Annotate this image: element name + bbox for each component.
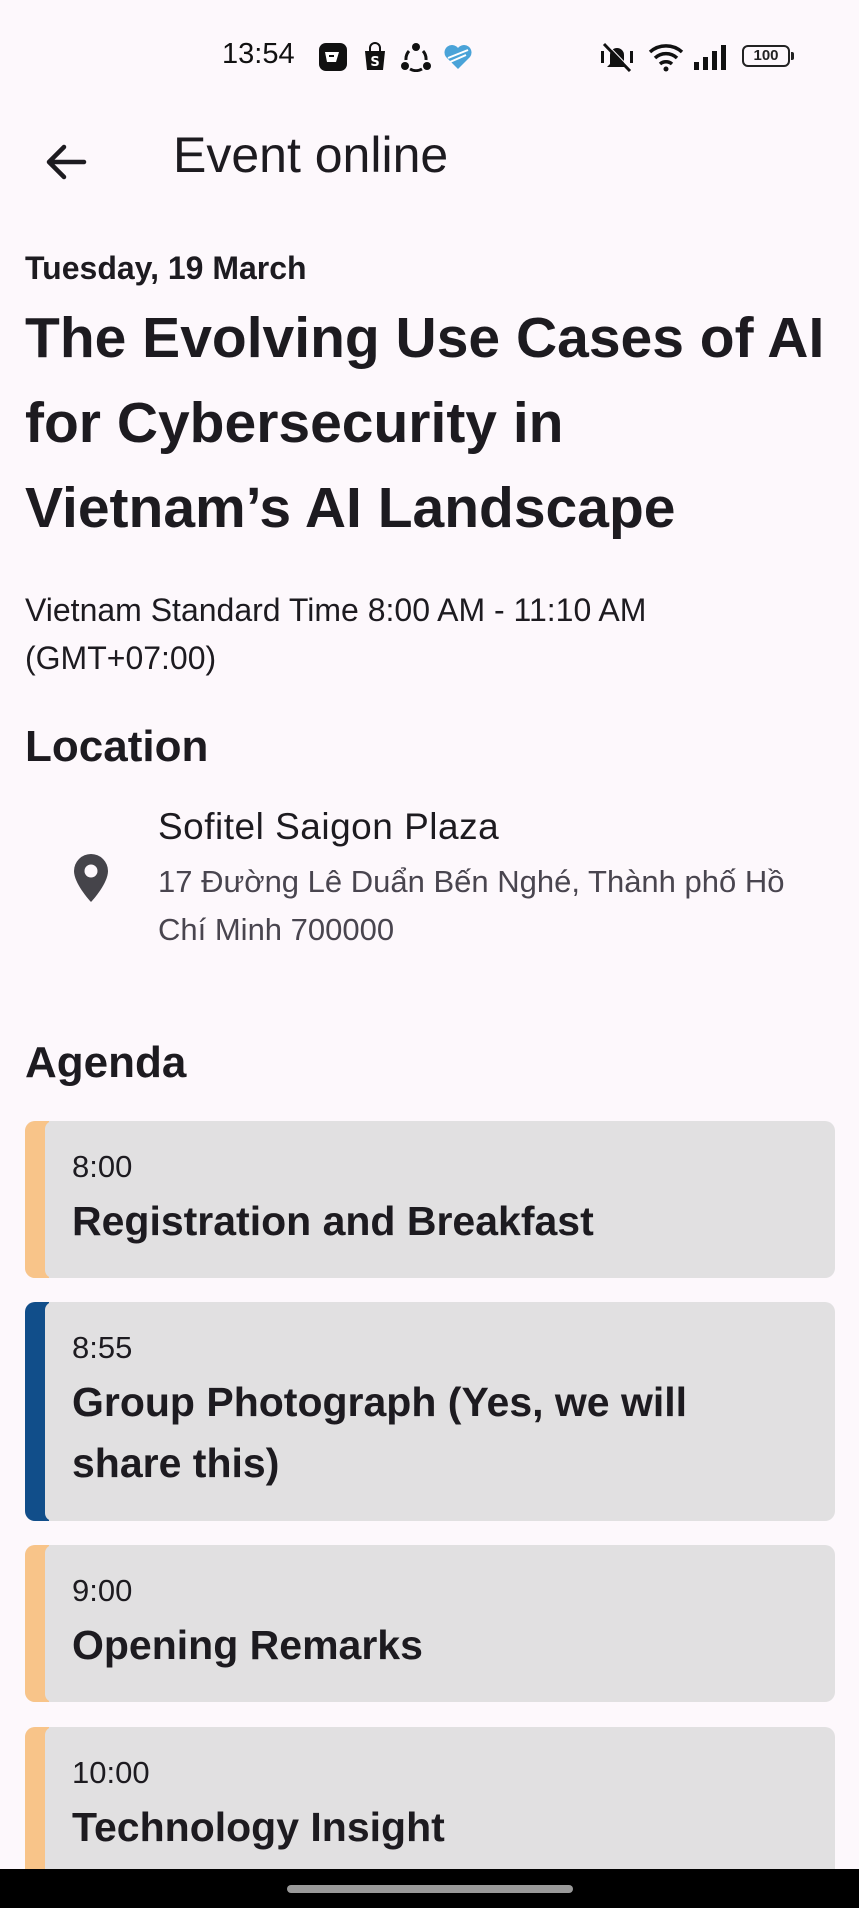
location-pin-icon xyxy=(74,854,108,902)
agenda-item-time: 8:55 xyxy=(72,1330,133,1365)
heart-icon xyxy=(444,45,472,69)
home-indicator[interactable] xyxy=(287,1885,573,1893)
agenda-item-time: 9:00 xyxy=(72,1573,133,1608)
status-bar: 13:54 S 100 xyxy=(0,0,859,112)
agenda-heading: Agenda xyxy=(25,1038,187,1087)
arrow-left-icon xyxy=(46,144,87,180)
battery-icon: 100 xyxy=(742,45,794,67)
svg-text:S: S xyxy=(370,55,379,70)
event-date: Tuesday, 19 March xyxy=(25,250,307,286)
app-notification-icon xyxy=(319,43,347,71)
page-title: Event online xyxy=(173,127,449,183)
agenda-item[interactable]: 9:00 Opening Remarks xyxy=(25,1545,835,1702)
agenda-accent-stripe xyxy=(25,1727,53,1884)
signal-icon xyxy=(694,45,726,70)
agenda-item-time: 8:00 xyxy=(72,1149,133,1184)
shop-icon: S xyxy=(365,42,385,70)
app-bar: Event online xyxy=(0,112,859,212)
location-heading: Location xyxy=(25,722,209,771)
mute-icon xyxy=(601,42,633,72)
agenda-item[interactable]: 10:00 Technology Insight xyxy=(25,1727,835,1884)
agenda-item[interactable]: 8:55 Group Photograph (Yes, we will shar… xyxy=(25,1302,835,1521)
agenda-item-time: 10:00 xyxy=(72,1755,150,1790)
event-title: The Evolving Use Cases of AI for Cyberse… xyxy=(25,306,825,540)
agenda-item-title: Registration and Breakfast xyxy=(72,1198,594,1244)
sync-icon xyxy=(401,43,431,72)
agenda-accent-stripe xyxy=(25,1545,53,1702)
agenda-item-title: Opening Remarks xyxy=(72,1622,423,1668)
wifi-icon xyxy=(648,44,684,72)
back-button[interactable] xyxy=(36,132,96,192)
agenda-item-title: Group Photograph (Yes, we will share thi… xyxy=(72,1379,688,1486)
agenda-item[interactable]: 8:00 Registration and Breakfast xyxy=(25,1121,835,1278)
location-name: Sofitel Saigon Plaza xyxy=(158,806,500,847)
agenda-accent-stripe xyxy=(25,1302,53,1521)
agenda-item-title: Technology Insight xyxy=(72,1804,445,1850)
system-nav-bar xyxy=(0,1869,859,1908)
event-time-range: Vietnam Standard Time 8:00 AM - 11:10 AM… xyxy=(25,592,647,676)
location-address: 17 Đường Lê Duẩn Bến Nghé, Thành phố Hồ … xyxy=(158,864,785,947)
status-time: 13:54 xyxy=(222,38,295,70)
agenda-accent-stripe xyxy=(25,1121,53,1278)
